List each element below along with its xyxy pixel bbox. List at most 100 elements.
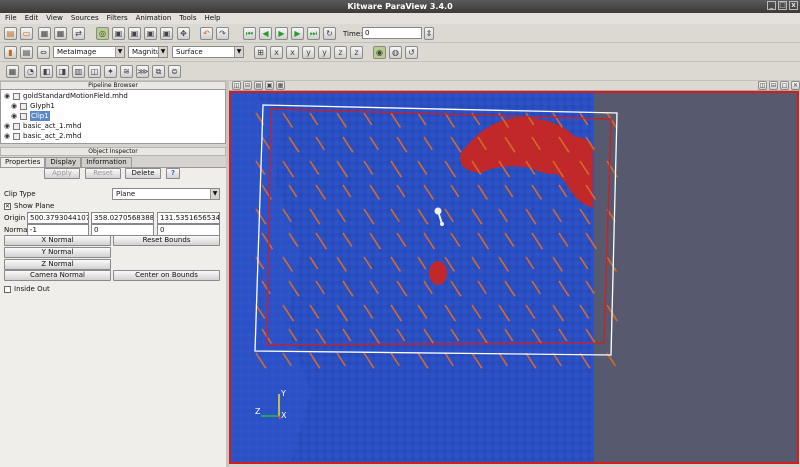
menu-tools[interactable]: Tools: [176, 13, 199, 24]
clip-type-combo[interactable]: Plane ▼: [112, 188, 220, 200]
show-center-icon[interactable]: ◍: [389, 46, 402, 59]
loop-icon[interactable]: ↻: [323, 27, 336, 40]
camera-normal-button[interactable]: Camera Normal: [4, 270, 111, 281]
color-legend-icon[interactable]: ▤: [20, 46, 33, 59]
tab-information[interactable]: Information: [81, 157, 132, 167]
calculator-filter-icon[interactable]: ▦: [6, 65, 19, 78]
origin-x-field[interactable]: 500.379304410752: [27, 212, 89, 224]
menu-sources[interactable]: Sources: [68, 13, 102, 24]
interact-mode-icon[interactable]: ◎: [96, 27, 109, 40]
pipeline-item-basic-act-2[interactable]: ◉ basic_act_2.mhd: [4, 131, 81, 141]
rescale-range-icon[interactable]: ⇔: [37, 46, 50, 59]
y-normal-button[interactable]: Y Normal: [4, 247, 111, 258]
menu-filters[interactable]: Filters: [104, 13, 131, 24]
menu-help[interactable]: Help: [202, 13, 224, 24]
view-minus-x-icon[interactable]: x: [286, 46, 299, 59]
pick-center-icon[interactable]: ↺: [405, 46, 418, 59]
color-by-combo[interactable]: Magnitu ▼: [128, 46, 168, 58]
undo-icon[interactable]: ↶: [200, 27, 213, 40]
stream-tracer-icon[interactable]: ≋: [120, 65, 133, 78]
first-frame-icon[interactable]: ⏮: [243, 27, 256, 40]
previous-frame-icon[interactable]: ◀: [259, 27, 272, 40]
x-normal-button[interactable]: X Normal: [4, 235, 111, 246]
origin-z-field[interactable]: 131.535165653429: [157, 212, 220, 224]
next-frame-icon[interactable]: ▶: [291, 27, 304, 40]
clip-filter-icon[interactable]: ◧: [40, 65, 53, 78]
maximize-icon[interactable]: □: [778, 1, 787, 10]
close-view-icon[interactable]: ✕: [791, 81, 800, 90]
last-frame-icon[interactable]: ⏭: [307, 27, 320, 40]
pipeline-item-clip1[interactable]: ◉ Clip1: [11, 111, 50, 121]
eye-icon[interactable]: ◉: [11, 101, 20, 111]
play-icon[interactable]: ▶: [275, 27, 288, 40]
select-cells-icon[interactable]: ▣: [112, 27, 125, 40]
color-map-icon[interactable]: ▮: [4, 46, 17, 59]
tab-properties[interactable]: Properties: [0, 157, 46, 167]
plane-widget-handle[interactable]: [434, 207, 442, 215]
split-view-v-icon[interactable]: ⊟: [769, 81, 778, 90]
pipeline-item-glyph1[interactable]: ◉ Glyph1: [11, 101, 55, 111]
extract-subset-icon[interactable]: ◫: [88, 65, 101, 78]
contour-filter-icon[interactable]: ◔: [24, 65, 37, 78]
center-on-bounds-button[interactable]: Center on Bounds: [113, 270, 220, 281]
reset-view-icon[interactable]: ⊞: [254, 46, 267, 59]
view-minus-y-icon[interactable]: y: [318, 46, 331, 59]
eye-icon[interactable]: ◉: [4, 91, 13, 101]
group-datasets-icon[interactable]: ⧉: [152, 65, 165, 78]
eye-icon[interactable]: ◉: [4, 121, 13, 131]
camera-icon[interactable]: ▣: [265, 81, 274, 90]
plane-widget-origin[interactable]: [440, 222, 444, 226]
pipeline-item-gold-standard[interactable]: ◉ goldStandardMotionField.mhd: [4, 91, 128, 101]
split-horizontal-icon[interactable]: ◫: [232, 81, 241, 90]
help-button[interactable]: ?: [166, 168, 180, 179]
source-combo[interactable]: MetaImage ▼: [53, 46, 125, 58]
time-input[interactable]: 0: [362, 27, 422, 39]
pipeline-item-basic-act-1[interactable]: ◉ basic_act_1.mhd: [4, 121, 81, 131]
show-plane-checkbox[interactable]: ✕ Show Plane: [4, 202, 54, 210]
origin-y-field[interactable]: 358.027056838802: [91, 212, 154, 224]
split-vertical-icon[interactable]: ⊟: [243, 81, 252, 90]
menu-view[interactable]: View: [43, 13, 66, 24]
connect-icon[interactable]: ⇄: [72, 27, 85, 40]
warp-vector-icon[interactable]: ⋙: [136, 65, 149, 78]
reset-button[interactable]: Reset: [85, 168, 121, 179]
view-plus-y-icon[interactable]: y: [302, 46, 315, 59]
view-plus-z-icon[interactable]: z: [334, 46, 347, 59]
menu-file[interactable]: File: [2, 13, 20, 24]
z-normal-button[interactable]: Z Normal: [4, 259, 111, 270]
load-state-icon[interactable]: ▦: [54, 27, 67, 40]
select-block-icon[interactable]: ▣: [160, 27, 173, 40]
close-icon[interactable]: x: [789, 1, 798, 10]
threshold-filter-icon[interactable]: ▥: [72, 65, 85, 78]
time-stepper-icon[interactable]: ⇕: [424, 27, 434, 40]
delete-button[interactable]: Delete: [125, 168, 161, 179]
open-folder-icon[interactable]: ▭: [20, 27, 33, 40]
reset-bounds-button[interactable]: Reset Bounds: [113, 235, 220, 246]
split-view-h-icon[interactable]: ◫: [758, 81, 767, 90]
select-frustum-icon[interactable]: ▣: [144, 27, 157, 40]
render-view[interactable]: Y Z X: [229, 91, 799, 464]
save-state-icon[interactable]: ▦: [38, 27, 51, 40]
redo-icon[interactable]: ↷: [216, 27, 229, 40]
menu-animation[interactable]: Animation: [133, 13, 175, 24]
eye-icon[interactable]: ◉: [4, 131, 13, 141]
apply-button[interactable]: Apply: [44, 168, 80, 179]
open-file-icon[interactable]: ▤: [4, 27, 17, 40]
reset-camera-icon[interactable]: ✥: [177, 27, 190, 40]
view-settings-icon[interactable]: ▤: [254, 81, 263, 90]
slice-filter-icon[interactable]: ◨: [56, 65, 69, 78]
maximize-view-icon[interactable]: □: [780, 81, 789, 90]
glyph-filter-icon[interactable]: ✦: [104, 65, 117, 78]
eye-icon[interactable]: ◉: [11, 111, 20, 121]
view-minus-z-icon[interactable]: z: [350, 46, 363, 59]
inside-out-checkbox[interactable]: Inside Out: [4, 285, 50, 293]
view-plus-x-icon[interactable]: x: [270, 46, 283, 59]
lookmark-icon[interactable]: ▦: [276, 81, 285, 90]
tab-display[interactable]: Display: [45, 157, 82, 167]
select-points-icon[interactable]: ▣: [128, 27, 141, 40]
minimize-icon[interactable]: _: [767, 1, 776, 10]
extract-level-icon[interactable]: ⊜: [168, 65, 181, 78]
center-axes-icon[interactable]: ◉: [373, 46, 386, 59]
menu-edit[interactable]: Edit: [22, 13, 42, 24]
representation-combo[interactable]: Surface ▼: [172, 46, 244, 58]
